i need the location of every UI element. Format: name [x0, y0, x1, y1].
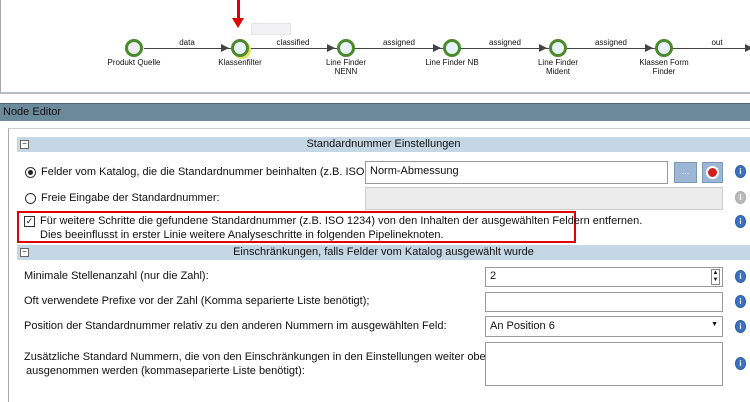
min-digits-stepper[interactable]: 2 ▲ ▼	[485, 267, 723, 287]
checkbox-label-line2: Dies beeinflusst in erster Linie weitere…	[40, 229, 444, 241]
info-icon[interactable]: i	[735, 320, 746, 333]
spin-buttons[interactable]: ▲ ▼	[711, 269, 720, 285]
info-icon[interactable]: i	[735, 165, 746, 178]
section-header-einschraenkungen: − Einschränkungen, falls Felder vom Kata…	[17, 245, 750, 260]
edge-label: assigned	[488, 38, 522, 47]
collapse-icon[interactable]: −	[20, 140, 29, 149]
input-port-icon	[433, 44, 441, 52]
additional-label-line1: Zusätzliche Standard Nummern, die von de…	[24, 351, 492, 363]
input-port-icon	[327, 44, 335, 52]
node-label: Klassen Form Finder	[639, 58, 689, 76]
prefixes-input[interactable]	[485, 292, 723, 312]
clear-button[interactable]	[702, 162, 723, 183]
min-digits-value: 2	[490, 270, 497, 282]
node-label: Line Finder NB	[425, 58, 479, 67]
browse-button[interactable]: ...	[674, 162, 697, 183]
edge-label: out	[711, 38, 723, 47]
section-title: Einschränkungen, falls Felder vom Katalo…	[233, 246, 534, 258]
info-icon-disabled: i	[735, 191, 746, 204]
node-line-finder-nb[interactable]	[443, 39, 461, 57]
input-port-icon	[221, 44, 229, 52]
catalog-field-input[interactable]: Norm-Abmessung	[365, 161, 668, 184]
min-digits-label: Minimale Stellenanzahl (nur die Zahl):	[24, 270, 209, 282]
additional-label-line2: ausgenommen werden (kommaseparierte List…	[26, 365, 305, 377]
node-line-finder-nenn[interactable]	[337, 39, 355, 57]
radio-free-label: Freie Eingabe der Standardnummer:	[41, 192, 220, 204]
checkbox-label-line1: Für weitere Schritte die gefundene Stand…	[40, 215, 643, 227]
info-icon[interactable]: i	[735, 270, 746, 283]
edge-label: assigned	[594, 38, 628, 47]
chevron-down-icon: ▼	[711, 321, 718, 328]
section-title: Standardnummer Einstellungen	[306, 138, 461, 150]
node-label: Line Finder Mident	[537, 58, 579, 76]
info-icon[interactable]: i	[735, 215, 746, 228]
position-label: Position der Standardnummer relativ zu d…	[24, 320, 447, 332]
remove-standard-checkbox[interactable]: ✓	[24, 216, 35, 227]
edge-line	[249, 48, 750, 49]
edge-label: data	[179, 38, 195, 47]
additional-numbers-textarea[interactable]	[485, 342, 723, 386]
node-label: Produkt Quelle	[107, 58, 161, 67]
red-arrow-annotation	[237, 0, 240, 20]
free-input-field[interactable]	[365, 187, 723, 210]
node-produkt-quelle[interactable]	[125, 39, 143, 57]
input-port-icon	[645, 44, 653, 52]
node-toolbar[interactable]	[251, 23, 291, 35]
no-entry-icon	[706, 166, 719, 179]
info-icon[interactable]: i	[735, 295, 746, 308]
node-label: Klassenfilter	[218, 58, 262, 67]
position-value: An Position 6	[490, 320, 555, 332]
node-label: Line Finder NENN	[325, 58, 367, 76]
node-klassen-form-finder[interactable]	[655, 39, 673, 57]
radio-catalog-label: Felder vom Katalog, die die Standardnumm…	[41, 166, 396, 178]
edge-label: assigned	[382, 38, 416, 47]
position-select[interactable]: An Position 6 ▼	[485, 316, 723, 337]
red-arrow-head	[232, 18, 244, 28]
info-icon[interactable]: i	[735, 357, 746, 370]
node-editor-header: Node Editor	[0, 103, 750, 121]
prefixes-label: Oft verwendete Prefixe vor der Zahl (Kom…	[24, 295, 370, 307]
collapse-icon[interactable]: −	[20, 248, 29, 257]
radio-catalog[interactable]	[25, 167, 36, 178]
input-port-icon	[539, 44, 547, 52]
node-klassenfilter[interactable]	[231, 39, 249, 57]
radio-free-input[interactable]	[25, 193, 36, 204]
node-line-finder-mident[interactable]	[549, 39, 567, 57]
pipeline-canvas[interactable]: data classified assigned assigned assign…	[0, 0, 750, 94]
section-header-standardnummer: − Standardnummer Einstellungen	[17, 137, 750, 152]
edge-label: classified	[276, 38, 310, 47]
